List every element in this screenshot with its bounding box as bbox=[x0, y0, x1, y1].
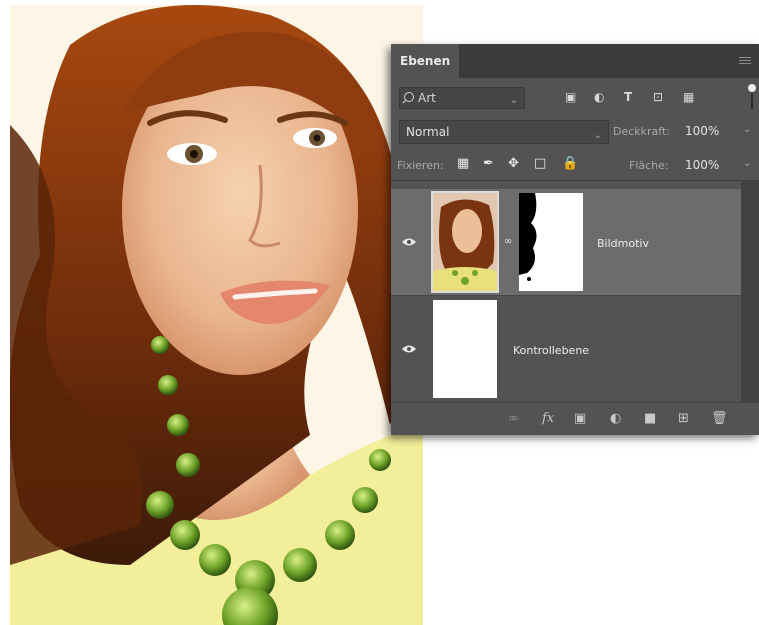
mask-link-icon[interactable]: ∞ bbox=[504, 236, 512, 247]
chevron-down-icon: ⌄ bbox=[509, 95, 518, 106]
lock-all-icon[interactable]: 🔒 bbox=[562, 157, 578, 171]
lock-artboard-icon[interactable]: □ bbox=[534, 157, 546, 171]
panel-tab-bar: Ebenen bbox=[391, 44, 759, 78]
layers-panel: Ebenen Art ⌄ ▣ ◐ T ⊡ ▦ Normal ⌄ Deckkraf… bbox=[391, 44, 759, 435]
chevron-down-icon[interactable]: ⌄ bbox=[743, 158, 751, 169]
lock-row: Fixieren: ▦ ✒ ✥ □ 🔒 Fläche: 100% ⌄ bbox=[391, 150, 759, 180]
fx-icon[interactable]: fx bbox=[542, 412, 554, 426]
portrait-photo bbox=[10, 5, 423, 625]
chevron-down-icon: ⌄ bbox=[593, 130, 602, 141]
blend-row: Normal ⌄ Deckkraft: 100% ⌄ bbox=[391, 116, 759, 146]
layer-thumbnail[interactable] bbox=[431, 191, 499, 293]
link-layers-icon[interactable]: ∞ bbox=[508, 412, 519, 426]
filter-row: Art ⌄ ▣ ◐ T ⊡ ▦ bbox=[391, 82, 759, 112]
new-group-icon[interactable]: ■ bbox=[644, 412, 656, 426]
adjustment-layer-icon[interactable]: ◐ bbox=[610, 412, 621, 426]
type-filter-icon[interactable]: T bbox=[624, 91, 632, 103]
layer-thumbnail[interactable] bbox=[433, 300, 497, 398]
filter-kind-select[interactable]: Art ⌄ bbox=[399, 87, 525, 109]
lock-position-icon[interactable]: ✥ bbox=[508, 157, 519, 171]
filter-toggle-icon[interactable] bbox=[748, 84, 756, 92]
filter-kind-value: Art bbox=[418, 91, 436, 105]
blend-mode-select[interactable]: Normal ⌄ bbox=[399, 120, 609, 144]
panel-menu-icon[interactable] bbox=[739, 55, 751, 66]
fill-label: Fläche: bbox=[629, 159, 669, 172]
layer-row-kontrollebene[interactable]: Kontrollebene bbox=[391, 295, 741, 402]
chevron-down-icon[interactable]: ⌄ bbox=[743, 124, 751, 135]
new-layer-icon[interactable]: ⊞ bbox=[678, 412, 689, 426]
layer-row-bildmotiv[interactable]: ∞ Bildmotiv bbox=[391, 189, 741, 295]
layer-name[interactable]: Kontrollebene bbox=[513, 344, 589, 357]
lock-image-icon[interactable]: ✒ bbox=[483, 157, 494, 171]
lock-label: Fixieren: bbox=[397, 159, 444, 172]
blend-mode-value: Normal bbox=[406, 125, 450, 139]
panel-bottom-bar: ∞ fx ▣ ◐ ■ ⊞ 🗑 bbox=[391, 402, 759, 435]
smart-object-filter-icon[interactable]: ▦ bbox=[683, 91, 694, 103]
layers-list: ∞ Bildmotiv Kontrollebene bbox=[391, 180, 741, 403]
opacity-label: Deckkraft: bbox=[613, 125, 670, 138]
fill-value[interactable]: 100% bbox=[685, 158, 719, 172]
layers-scrollbar[interactable] bbox=[741, 180, 759, 402]
delete-icon[interactable]: 🗑 bbox=[711, 412, 728, 426]
add-mask-icon[interactable]: ▣ bbox=[574, 412, 586, 426]
lock-transparent-icon[interactable]: ▦ bbox=[457, 157, 469, 171]
filter-toggle-track bbox=[751, 93, 753, 109]
opacity-value[interactable]: 100% bbox=[685, 124, 719, 138]
image-filter-icon[interactable]: ▣ bbox=[565, 91, 576, 103]
eye-visibility-icon[interactable] bbox=[402, 345, 416, 353]
search-icon bbox=[404, 92, 414, 102]
layer-name[interactable]: Bildmotiv bbox=[597, 237, 649, 250]
adjustment-filter-icon[interactable]: ◐ bbox=[594, 91, 604, 103]
shape-filter-icon[interactable]: ⊡ bbox=[653, 91, 663, 103]
layer-mask-thumbnail[interactable] bbox=[519, 193, 583, 291]
tab-layers[interactable]: Ebenen bbox=[391, 44, 459, 78]
eye-visibility-icon[interactable] bbox=[402, 238, 416, 246]
